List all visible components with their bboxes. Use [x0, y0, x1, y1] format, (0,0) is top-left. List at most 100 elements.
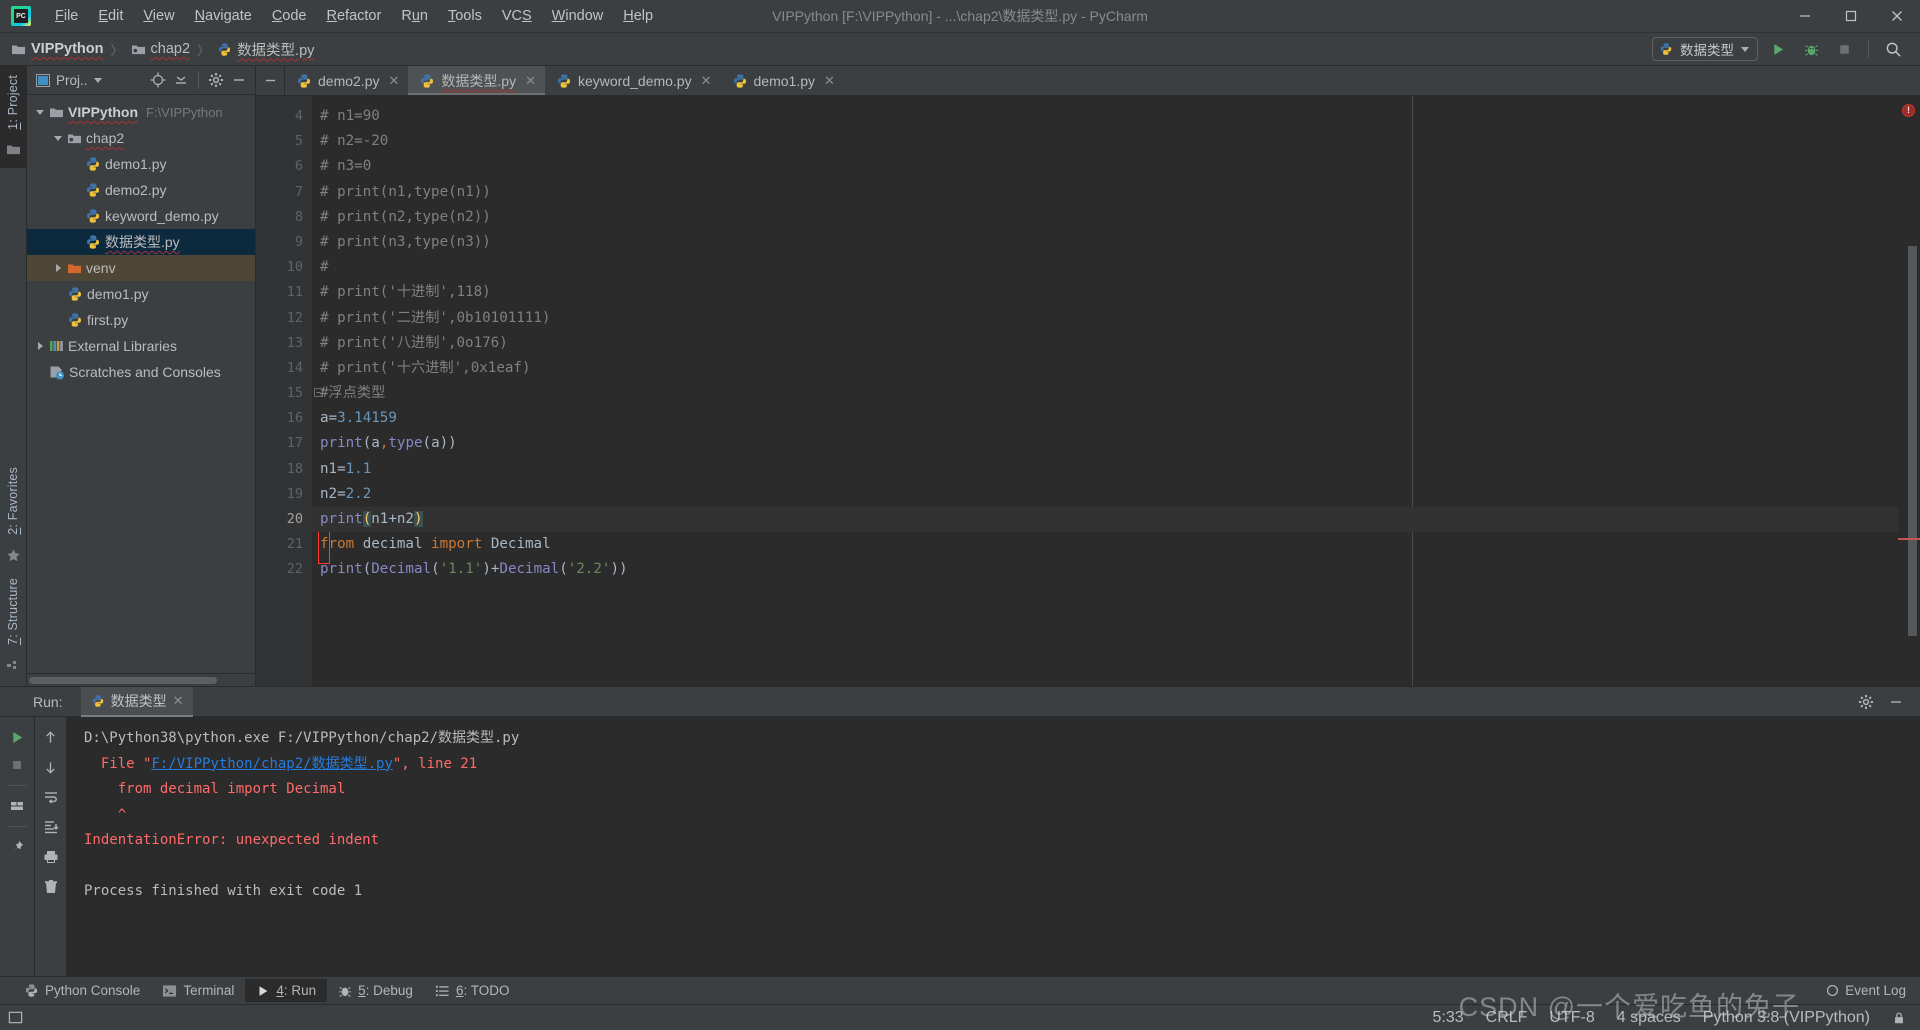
status-tab-pythonconsole[interactable]: Python Console — [13, 979, 151, 1002]
sidebar-item-favorites[interactable]: 2: Favorites — [1, 458, 25, 544]
code-line[interactable]: n2=2.2 — [312, 482, 1898, 507]
line-number[interactable]: 6 — [256, 154, 312, 179]
menu-vcs[interactable]: VCS — [492, 5, 542, 27]
code-line[interactable]: # — [312, 255, 1898, 280]
scroll-to-end-icon[interactable] — [38, 814, 64, 840]
code-line[interactable]: # print(n3,type(n3)) — [312, 230, 1898, 255]
event-log-button[interactable]: Event Log — [1826, 983, 1906, 998]
code-line[interactable]: # print('十六进制',0x1eaf) — [312, 356, 1898, 381]
line-number[interactable]: 5 — [256, 129, 312, 154]
run-console-output[interactable]: D:\Python38\python.exe F:/VIPPython/chap… — [66, 717, 1920, 976]
run-button[interactable] — [1765, 36, 1791, 62]
tree-item-demo2py[interactable]: demo2.py — [27, 177, 255, 203]
status-tab-5debug[interactable]: 5: Debug — [327, 979, 424, 1002]
menu-file[interactable]: File — [45, 5, 88, 27]
code-line[interactable]: print(Decimal('1.1')+Decimal('2.2')) — [312, 557, 1898, 582]
code-line[interactable]: #浮点类型 — [312, 381, 1898, 406]
project-panel-title[interactable]: Proj.. — [36, 73, 102, 88]
hide-tabs-button[interactable] — [256, 66, 284, 95]
collapse-all-icon[interactable] — [171, 70, 191, 90]
line-number[interactable]: 7 — [256, 180, 312, 205]
menu-navigate[interactable]: Navigate — [185, 5, 262, 27]
gear-icon[interactable] — [1856, 692, 1876, 712]
line-number[interactable]: 9 — [256, 230, 312, 255]
maximize-button[interactable] — [1828, 0, 1874, 33]
sidebar-item-structure[interactable]: 7: Structure — [1, 569, 25, 654]
up-arrow-icon[interactable] — [38, 724, 64, 750]
code-line[interactable]: # n1=90 — [312, 104, 1898, 129]
chevron-down-icon[interactable] — [93, 77, 102, 83]
code-line[interactable]: # print('二进制',0b10101111) — [312, 306, 1898, 331]
tree-item-ScratchesandConsoles[interactable]: Scratches and Consoles — [27, 359, 255, 385]
star-icon[interactable] — [6, 548, 21, 563]
close-icon[interactable]: ✕ — [824, 73, 835, 89]
line-number[interactable]: 22 — [256, 557, 312, 582]
line-number[interactable]: 4 — [256, 104, 312, 129]
error-count-badge[interactable]: ! — [1902, 104, 1915, 117]
tree-item-chap2[interactable]: chap2 — [27, 125, 255, 151]
tree-item-demo1py[interactable]: demo1.py — [27, 151, 255, 177]
editor-marker-strip[interactable]: ! — [1898, 96, 1920, 686]
pin-tab-button[interactable] — [4, 834, 30, 860]
minimize-button[interactable] — [1782, 0, 1828, 33]
hide-panel-icon[interactable] — [229, 70, 249, 90]
search-everywhere-button[interactable] — [1880, 36, 1906, 62]
down-arrow-icon[interactable] — [38, 754, 64, 780]
chevron-down-icon[interactable] — [51, 135, 65, 141]
file-encoding[interactable]: UTF-8 — [1549, 1009, 1594, 1027]
scrollbar-thumb[interactable] — [29, 677, 217, 684]
line-number[interactable]: 16 — [256, 406, 312, 431]
menu-edit[interactable]: Edit — [88, 5, 133, 27]
tree-item-demo1py[interactable]: demo1.py — [27, 281, 255, 307]
editor-tab-py[interactable]: 数据类型.py ✕ — [408, 66, 545, 95]
line-number[interactable]: 8 — [256, 205, 312, 230]
tree-item-py[interactable]: 数据类型.py — [27, 229, 255, 255]
line-number[interactable]: 14 — [256, 356, 312, 381]
gear-icon[interactable] — [206, 70, 226, 90]
code-line[interactable]: # n3=0 — [312, 154, 1898, 179]
code-line[interactable]: # print('八进制',0o176) — [312, 331, 1898, 356]
close-icon[interactable]: ✕ — [525, 73, 536, 89]
caret-position[interactable]: 5:33 — [1433, 1009, 1464, 1027]
console-file-link[interactable]: F:/VIPPython/chap2/数据类型.py — [151, 756, 392, 772]
menu-code[interactable]: Code — [262, 5, 317, 27]
menu-run[interactable]: Run — [391, 5, 438, 27]
project-horizontal-scrollbar[interactable] — [27, 673, 255, 686]
editor-tab-demo1py[interactable]: demo1.py ✕ — [721, 66, 844, 95]
line-number[interactable]: 10 — [256, 255, 312, 280]
code-area[interactable]: # n1=90 # n2=-20 # n3=0 # print(n1,type(n1)… — [312, 96, 1898, 686]
run-configuration-selector[interactable]: 数据类型 — [1652, 37, 1758, 61]
clear-all-icon[interactable] — [38, 874, 64, 900]
project-tree[interactable]: VIPPython F:\VIPPython chap2 demo1.py demo2.… — [27, 95, 255, 673]
soft-wrap-icon[interactable] — [38, 784, 64, 810]
code-line[interactable]: # print(n2,type(n2)) — [312, 205, 1898, 230]
chevron-right-icon[interactable] — [33, 342, 47, 350]
status-tab-6todo[interactable]: 6: TODO — [424, 979, 521, 1002]
chevron-right-icon[interactable] — [51, 264, 65, 272]
chevron-down-icon[interactable] — [33, 109, 47, 115]
error-marker-line[interactable] — [1898, 538, 1920, 540]
code-line[interactable]: n1=1.1 — [312, 457, 1898, 482]
run-tab[interactable]: 数据类型 ✕ — [80, 687, 194, 717]
sidebar-item-project[interactable]: 1: Project — [1, 66, 25, 139]
close-icon[interactable]: ✕ — [173, 693, 184, 709]
line-number[interactable]: 13 — [256, 331, 312, 356]
tree-item-keyword_demopy[interactable]: keyword_demo.py — [27, 203, 255, 229]
hide-panel-icon[interactable] — [1886, 692, 1906, 712]
close-icon[interactable]: ✕ — [701, 73, 712, 89]
tree-item-firstpy[interactable]: first.py — [27, 307, 255, 333]
tree-item-VIPPython[interactable]: VIPPython F:\VIPPython — [27, 99, 255, 125]
status-tab-4run[interactable]: 4: Run — [245, 979, 328, 1002]
line-number[interactable]: 21 — [256, 532, 312, 557]
lock-icon[interactable] — [1892, 1011, 1906, 1025]
terminal-corner-icon[interactable] — [8, 1010, 23, 1025]
editor-tab-keyword_demopy[interactable]: keyword_demo.py ✕ — [545, 66, 721, 95]
editor-scrollbar-thumb[interactable] — [1908, 246, 1917, 636]
status-tab-terminal[interactable]: Terminal — [151, 979, 245, 1002]
folder-icon[interactable] — [6, 143, 21, 156]
tree-item-ExternalLibraries[interactable]: External Libraries — [27, 333, 255, 359]
rerun-button[interactable] — [4, 724, 30, 750]
menu-tools[interactable]: Tools — [438, 5, 492, 27]
debug-button[interactable] — [1798, 36, 1824, 62]
line-number[interactable]: 20 — [256, 507, 312, 532]
